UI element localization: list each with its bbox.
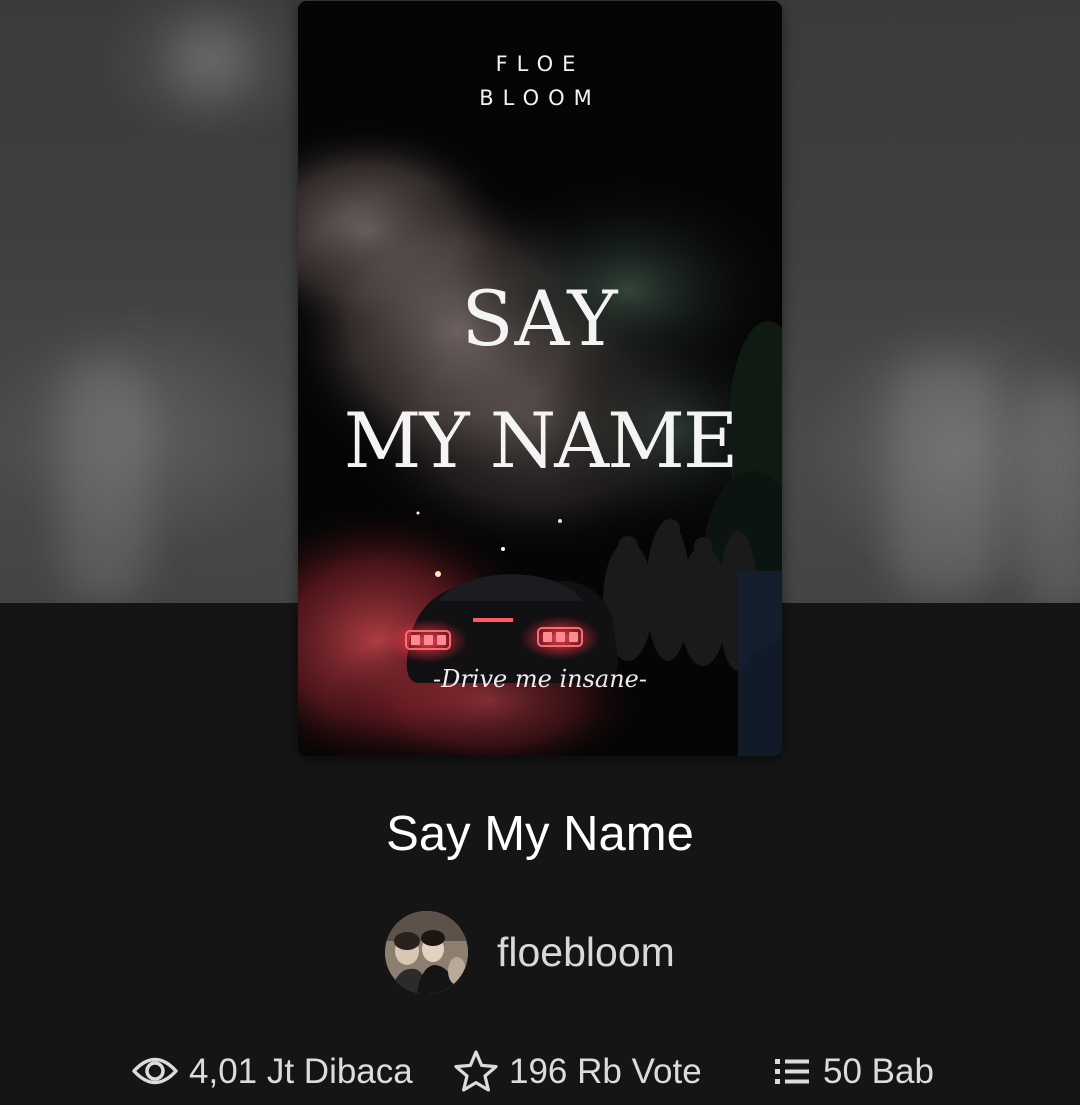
book-title: Say My Name: [386, 807, 694, 861]
cover-title-line2: MY NAME: [343, 396, 739, 485]
votes-count: 196 Rb Vote: [509, 1051, 702, 1091]
reads-count: 4,01 Jt Dibaca: [189, 1051, 413, 1091]
list-icon: [773, 1055, 813, 1087]
cover-tagline: -Drive me insane-: [432, 665, 647, 693]
parts-count: 50 Bab: [823, 1051, 934, 1091]
book-stats: 4,01 Jt Dibaca 196 Rb Vote 50 Bab: [0, 1046, 1080, 1096]
cover-title-line1: SAY: [461, 274, 619, 363]
cover-author-line1: FLOE: [495, 52, 585, 76]
star-outline-icon: [453, 1049, 499, 1093]
cover-author-line2: BLOOM: [479, 86, 601, 110]
parts-stat: 50 Bab: [773, 1046, 934, 1096]
reads-stat: 4,01 Jt Dibaca: [131, 1046, 413, 1096]
author-profile-link[interactable]: floebloom: [385, 911, 675, 994]
author-name[interactable]: floebloom: [497, 932, 675, 973]
author-avatar[interactable]: [385, 911, 468, 994]
book-cover[interactable]: FLOE BLOOM SAY MY NAME -Drive me insane-: [298, 1, 782, 756]
cover-artwork: [298, 1, 782, 756]
eye-icon: [131, 1054, 179, 1088]
votes-stat: 196 Rb Vote: [453, 1046, 702, 1096]
